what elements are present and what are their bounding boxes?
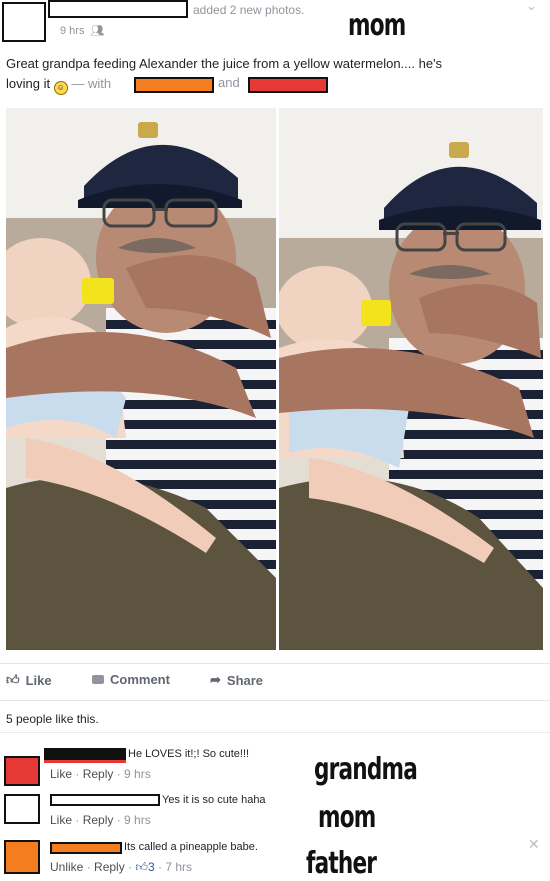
post-photo-1[interactable] [6,108,276,650]
comment-label: Comment [110,672,170,687]
audience-friends-icon[interactable]: 👥︎ [91,25,105,37]
post-text-with: — with [71,76,112,91]
comment-3-reply-link[interactable]: Reply [94,860,125,874]
share-label: Share [226,672,264,688]
comment-3-avatar[interactable] [4,840,40,874]
photo-1-illustration [6,108,276,650]
post-text-loving: loving it [6,76,51,91]
smile-emoji-icon: ☺ [53,81,68,95]
comment-2-text: Yes it is so cute haha [162,794,266,806]
divider-bottom [0,700,550,701]
comment-3-thumbs-up-icon: 👍︎ [135,860,148,874]
post-photo-2[interactable] [279,108,543,650]
annotation-comment-3: father [306,846,377,881]
poster-avatar[interactable] [2,2,46,42]
thumbs-up-icon: 👍︎ [6,672,20,687]
comment-1-reply-link[interactable]: Reply [83,767,114,781]
comment-2-meta: Like · Reply · 9 hrs [50,813,151,827]
comment-1-meta: Like · Reply · 9 hrs [50,767,151,781]
comment-3-time[interactable]: 7 hrs [165,860,192,874]
comment-1-avatar[interactable] [4,756,40,786]
post-text-line2: loving it ☺ — with [6,74,111,95]
comment-2-author-redacted[interactable] [50,794,160,806]
likes-summary[interactable]: 5 people like this. [6,712,99,726]
comment-button[interactable]: Comment [92,672,170,687]
comment-3-unlike-link[interactable]: Unlike [50,860,83,874]
comment-2-time[interactable]: 9 hrs [124,813,151,827]
share-button[interactable]: ➦ Share [210,672,263,688]
post-text-and: and [218,75,240,90]
comment-2-like-link[interactable]: Like [50,813,72,827]
post-timestamp[interactable]: 9 hrs 👥︎ [60,24,105,37]
comment-3-meta: Unlike · Reply · 👍︎3 · 7 hrs [50,860,192,874]
like-label: Like [25,672,52,688]
comment-3-like-count-text: 3 [147,860,155,874]
post-header-action: added 2 new photos. [193,3,305,17]
comment-1-like-link[interactable]: Like [50,767,72,781]
photo-2-illustration [279,108,543,650]
tagged-person-1-redacted[interactable] [134,77,214,93]
annotation-comment-2: mom [318,800,376,835]
comment-3-author-redacted[interactable] [50,842,122,854]
comment-3-text: Its called a pineapple babe. [124,841,258,853]
poster-name-redacted[interactable] [48,0,188,18]
annotation-poster: mom [348,8,406,43]
comment-1-time[interactable]: 9 hrs [124,767,151,781]
comment-bubble-icon [92,675,104,684]
comment-2-reply-link[interactable]: Reply [83,813,114,827]
post-text-line1: Great grandpa feeding Alexander the juic… [6,56,443,71]
comment-1-text: He LOVES it!;! So cute!!! [128,748,250,760]
comment-3-like-count[interactable]: 👍︎3 [135,860,158,874]
like-button[interactable]: 👍︎ Like [6,672,52,688]
timestamp-text: 9 hrs [60,25,85,37]
tagged-person-2-redacted[interactable] [248,77,328,93]
comment-1-author-redacted[interactable] [44,748,126,763]
annotation-comment-1: grandma [314,752,418,787]
divider-top [0,663,550,664]
share-arrow-icon: ➦ [210,672,221,687]
divider-likes [0,732,550,733]
post-text: Great grandpa feeding Alexander the juic… [6,54,546,73]
post-options-chevron-icon[interactable]: ⌄ [526,0,537,14]
comment-close-icon[interactable]: ✕ [528,836,540,853]
comment-2-avatar[interactable] [4,794,40,824]
